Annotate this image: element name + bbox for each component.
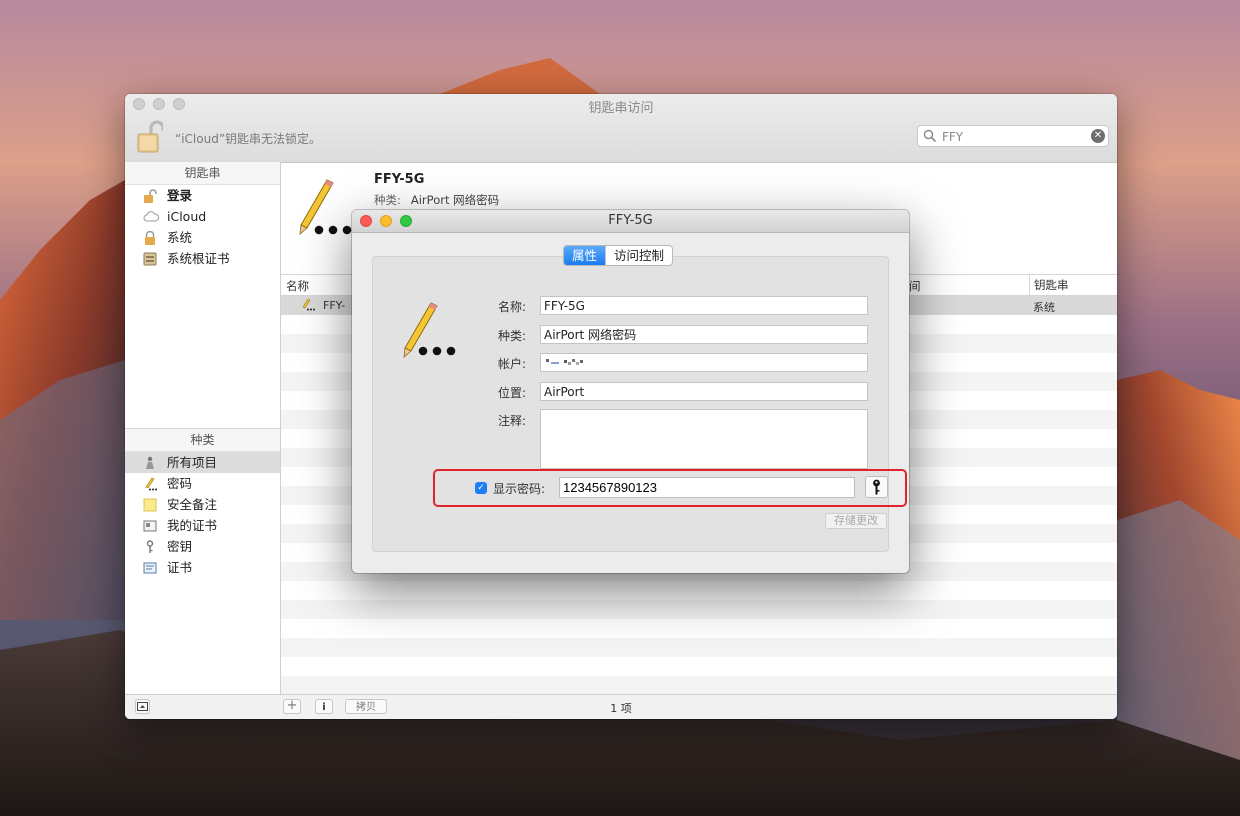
tab-attributes[interactable]: 属性 [564, 246, 606, 265]
table-row-empty [281, 600, 1117, 619]
name-label: 名称: [497, 300, 526, 314]
keychains-header: 钥匙串 [125, 162, 280, 185]
sidebar-item-label: 所有项目 [167, 455, 218, 470]
search-icon [923, 129, 937, 143]
dialog-titlebar: FFY-5G [352, 210, 909, 233]
sidebar-item-label: 我的证书 [167, 518, 218, 533]
cloud-icon [143, 210, 159, 224]
save-changes-button[interactable]: 存储更改 [825, 513, 887, 529]
key-icon [866, 477, 887, 497]
lock-status-text: “iCloud”钥匙串无法锁定。 [175, 132, 322, 146]
pencil-password-icon [143, 477, 157, 491]
item-kind: 种类: AirPort 网络密码 [374, 192, 499, 208]
key-icon [143, 540, 157, 554]
sidebar-item-keys[interactable]: 密钥 [125, 536, 280, 557]
password-assistant-button[interactable] [865, 476, 888, 498]
clear-search-icon[interactable]: ✕ [1091, 129, 1105, 143]
open-lock-icon [143, 189, 157, 203]
bottom-toolbar: + i 拷贝 1 项 [125, 694, 1117, 719]
categories-section: 种类 所有项目 密码 安全备注 我的证书 密钥 证书 [125, 428, 280, 578]
certificate-cabinet-icon [143, 252, 157, 266]
item-kind-value: AirPort 网络密码 [410, 193, 500, 207]
sidebar-item-my-certificates[interactable]: 我的证书 [125, 515, 280, 536]
kind-label: 种类: [497, 329, 526, 343]
name-field[interactable] [540, 296, 868, 315]
note-icon [143, 498, 157, 512]
open-lock-icon[interactable] [137, 120, 163, 154]
attributes-panel: 名称: 种类: 帐户: 位置: 注释: ✓ 显示密码: 存储更改 [372, 256, 907, 552]
certificate-icon [143, 561, 157, 575]
location-label: 位置: [497, 386, 526, 400]
notes-field[interactable] [540, 409, 868, 469]
window-title: 钥匙串访问 [588, 101, 654, 116]
sidebar-item-all-items[interactable]: 所有项目 [125, 452, 280, 473]
account-label: 帐户: [497, 357, 526, 371]
item-title: FFY-5G [374, 172, 425, 187]
my-certificate-icon [143, 519, 157, 533]
categories-header: 种类 [125, 429, 280, 452]
main-titlebar: 钥匙串访问 “iCloud”钥匙串无法锁定。 ✕ [125, 94, 1117, 163]
account-field[interactable] [540, 353, 868, 372]
lock-icon [143, 231, 157, 245]
show-password-checkbox[interactable]: ✓ [475, 482, 487, 494]
password-field[interactable] [559, 477, 855, 498]
tab-access-control[interactable]: 访问控制 [605, 246, 672, 265]
sidebar: 钥匙串 登录 iCloud 系统 系统根证书 种类 所有项目 密码 安全备注 我… [125, 162, 281, 695]
sidebar-item-login[interactable]: 登录 [125, 185, 280, 206]
sidebar-item-label: 系统 [167, 230, 193, 245]
redacted-account-mask [546, 359, 583, 365]
column-header-name[interactable]: 名称 [286, 278, 309, 294]
sidebar-item-label: 安全备注 [167, 497, 218, 512]
dialog-title: FFY-5G [608, 213, 653, 228]
sidebar-item-label: 密钥 [167, 539, 193, 554]
table-row-empty [281, 676, 1117, 695]
sidebar-item-label: 系统根证书 [167, 251, 230, 266]
table-row-empty [281, 619, 1117, 638]
sidebar-item-label: 证书 [167, 560, 193, 575]
sidebar-item-secure-notes[interactable]: 安全备注 [125, 494, 280, 515]
sidebar-item-passwords[interactable]: 密码 [125, 473, 280, 494]
sidebar-item-label: iCloud [167, 209, 207, 224]
table-row-empty [281, 581, 1117, 600]
notes-label: 注释: [497, 414, 526, 428]
location-field[interactable] [540, 382, 868, 401]
item-info-dialog: FFY-5G 属性 访问控制 名称: 种类: 帐户: [352, 210, 909, 573]
item-count: 1 项 [610, 702, 632, 715]
sidebar-item-system[interactable]: 系统 [125, 227, 280, 248]
column-header-keychain[interactable]: 钥匙串 [1029, 275, 1069, 295]
people-icon [143, 456, 157, 470]
table-row-empty [281, 638, 1117, 657]
search-field[interactable]: ✕ [917, 125, 1109, 147]
sidebar-item-label: 登录 [167, 188, 193, 203]
row-keychain: 系统 [1033, 301, 1055, 314]
kind-field[interactable] [540, 325, 868, 344]
show-password-label: 显示密码: [493, 482, 546, 496]
row-pencil-icon [301, 299, 315, 311]
table-row-empty [281, 657, 1117, 676]
sidebar-item-icloud[interactable]: iCloud [125, 206, 280, 227]
sidebar-item-certificates[interactable]: 证书 [125, 557, 280, 578]
column-header-date[interactable]: 间 [909, 278, 921, 294]
sidebar-item-label: 密码 [167, 476, 193, 491]
row-name: FFY- [323, 299, 346, 312]
item-kind-label: 种类: [374, 193, 401, 207]
sidebar-item-system-roots[interactable]: 系统根证书 [125, 248, 280, 269]
dialog-tab-bar: 属性 访问控制 [563, 245, 674, 266]
search-input[interactable] [940, 128, 1084, 146]
